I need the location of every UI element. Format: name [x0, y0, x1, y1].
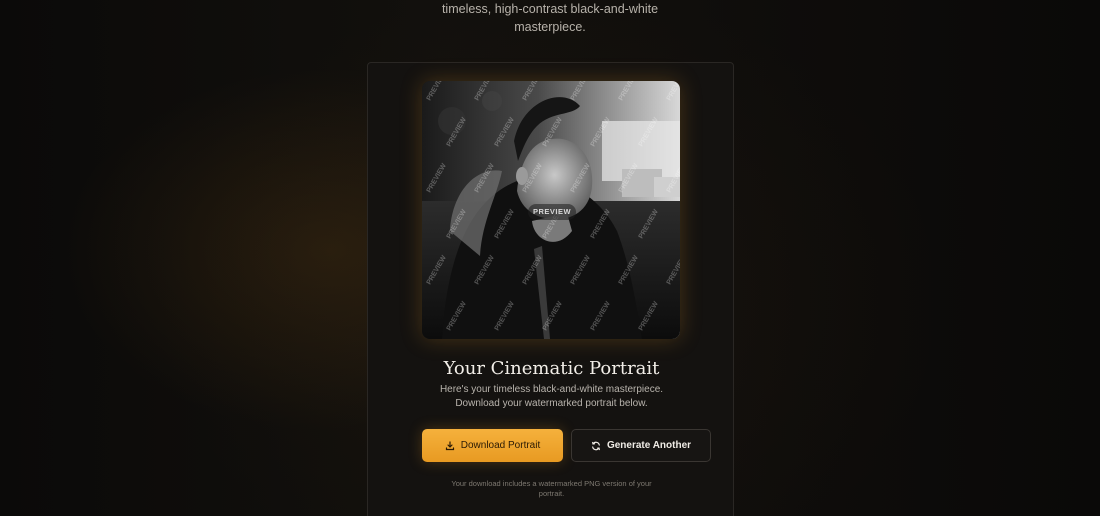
intro-line-1: timeless, high-contrast black-and-white — [441, 2, 659, 16]
refresh-icon — [591, 441, 601, 451]
description-line-1: Here's your timeless black-and-white mas… — [439, 384, 664, 395]
result-card: PREVIEW PREVIEW PREVIEW PREVIEW PREVIEW PREVI… — [367, 62, 734, 516]
download-footnote: Your download includes a watermarked PNG… — [438, 479, 665, 499]
intro-line-2: masterpiece. — [514, 20, 586, 34]
download-button-label: Download Portrait — [460, 440, 541, 451]
footnote-line-2: portrait. — [538, 489, 565, 498]
description-line-2: Download your watermarked portrait below… — [455, 398, 648, 409]
generate-another-button[interactable]: Generate Another — [571, 429, 711, 462]
page: timeless, high-contrast black-and-white … — [0, 0, 1100, 516]
footnote-line-1: Your download includes a watermarked PNG… — [451, 479, 652, 488]
download-portrait-button[interactable]: Download Portrait — [422, 429, 563, 462]
portrait-preview-image: PREVIEW PREVIEW PREVIEW PREVIEW PREVIEW PREVI… — [422, 81, 680, 339]
download-icon — [445, 440, 455, 451]
portrait-title: Your Cinematic Portrait — [443, 358, 660, 379]
preview-badge: PREVIEW — [528, 204, 576, 220]
portrait-description: Here's your timeless black-and-white mas… — [368, 383, 735, 411]
generate-button-label: Generate Another — [606, 440, 692, 451]
